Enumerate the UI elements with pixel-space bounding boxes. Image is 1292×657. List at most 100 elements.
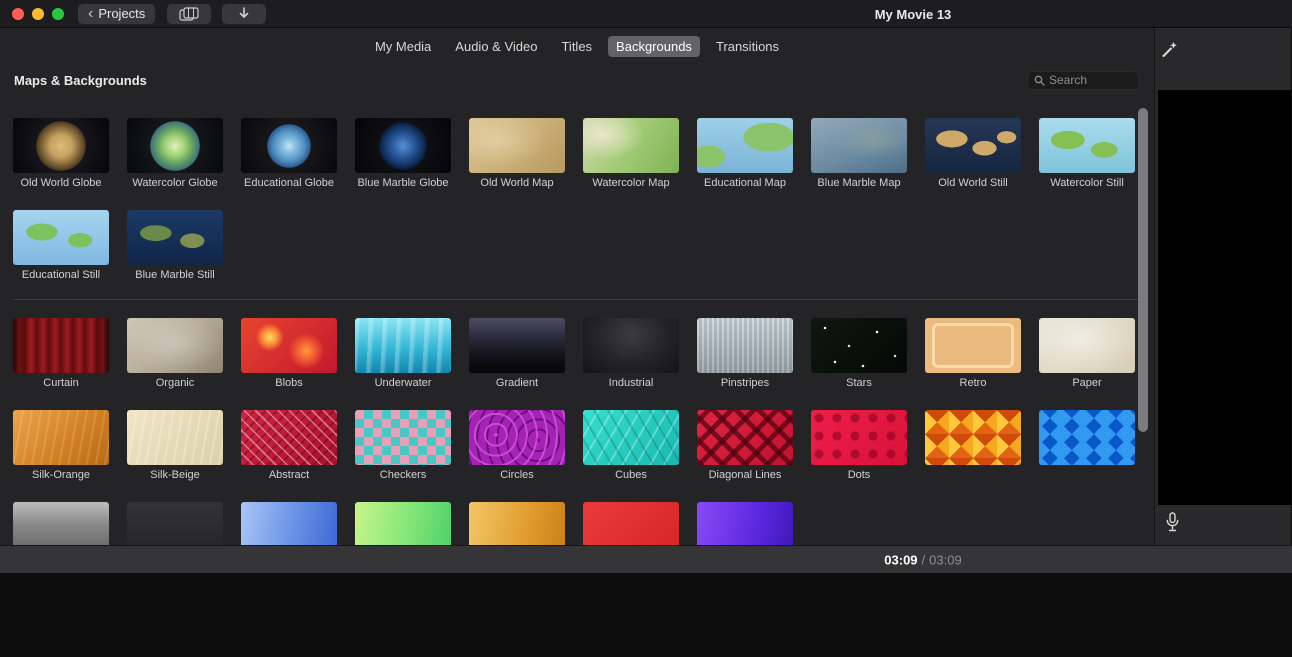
import-media-button[interactable] xyxy=(222,4,266,24)
background-item-triangles-blue[interactable] xyxy=(1039,410,1135,481)
background-thumbnail[interactable] xyxy=(355,118,451,173)
timeline-area[interactable] xyxy=(0,573,1292,657)
background-thumbnail[interactable] xyxy=(241,118,337,173)
background-item-organic[interactable]: Organic xyxy=(127,318,223,389)
background-thumbnail[interactable] xyxy=(583,502,679,545)
search-input[interactable] xyxy=(1049,73,1132,87)
background-item-blue-marble-still[interactable]: Blue Marble Still xyxy=(127,210,223,281)
background-item-mosaic-orange[interactable] xyxy=(925,410,1021,481)
background-thumbnail[interactable] xyxy=(127,502,223,545)
background-item-dark-solid[interactable] xyxy=(127,502,223,545)
background-item-blue-marble-map[interactable]: Blue Marble Map xyxy=(811,118,907,189)
background-thumbnail[interactable] xyxy=(583,318,679,373)
background-item-old-world-map[interactable]: Old World Map xyxy=(469,118,565,189)
background-item-cubes[interactable]: Cubes xyxy=(583,410,679,481)
background-item-silk-beige[interactable]: Silk-Beige xyxy=(127,410,223,481)
background-thumbnail[interactable] xyxy=(1039,118,1135,173)
background-thumbnail[interactable] xyxy=(469,318,565,373)
background-thumbnail[interactable] xyxy=(697,318,793,373)
background-item-gradient[interactable]: Gradient xyxy=(469,318,565,389)
background-label: Underwater xyxy=(355,377,451,389)
background-thumbnail[interactable] xyxy=(925,318,1021,373)
background-item-blue-marble-globe[interactable]: Blue Marble Globe xyxy=(355,118,451,189)
background-item-educational-globe[interactable]: Educational Globe xyxy=(241,118,337,189)
tab-backgrounds[interactable]: Backgrounds xyxy=(608,36,700,57)
background-thumbnail[interactable] xyxy=(583,410,679,465)
background-thumbnail[interactable] xyxy=(1039,410,1135,465)
background-thumbnail[interactable] xyxy=(127,118,223,173)
background-thumbnail[interactable] xyxy=(355,318,451,373)
close-window-button[interactable] xyxy=(12,8,24,20)
background-thumbnail[interactable] xyxy=(13,318,109,373)
background-thumbnail[interactable] xyxy=(241,410,337,465)
media-browser-button[interactable] xyxy=(167,4,211,24)
background-thumbnail[interactable] xyxy=(811,118,907,173)
background-item-solid-red[interactable] xyxy=(583,502,679,545)
background-label: Watercolor Still xyxy=(1039,177,1135,189)
background-thumbnail[interactable] xyxy=(13,210,109,265)
background-label: Curtain xyxy=(13,377,109,389)
projects-button[interactable]: ‹ Projects xyxy=(78,4,155,24)
background-item-gradient-gold[interactable] xyxy=(469,502,565,545)
background-thumbnail[interactable] xyxy=(469,410,565,465)
background-thumbnail[interactable] xyxy=(241,318,337,373)
background-item-gradient-blue[interactable] xyxy=(241,502,337,545)
search-field[interactable] xyxy=(1027,71,1139,90)
background-item-gradient-purple[interactable] xyxy=(697,502,793,545)
background-thumbnail[interactable] xyxy=(469,502,565,545)
minimize-window-button[interactable] xyxy=(32,8,44,20)
background-thumbnail[interactable] xyxy=(241,502,337,545)
background-item-old-world-globe[interactable]: Old World Globe xyxy=(13,118,109,189)
tab-titles[interactable]: Titles xyxy=(553,36,600,57)
tab-transitions[interactable]: Transitions xyxy=(708,36,787,57)
background-thumbnail[interactable] xyxy=(127,210,223,265)
fullscreen-window-button[interactable] xyxy=(52,8,64,20)
background-item-blobs[interactable]: Blobs xyxy=(241,318,337,389)
background-item-curtain[interactable]: Curtain xyxy=(13,318,109,389)
tab-audio-video[interactable]: Audio & Video xyxy=(447,36,545,57)
main-area: My Media Audio & Video Titles Backgrounds Tr… xyxy=(0,28,1292,545)
background-item-pinstripes[interactable]: Pinstripes xyxy=(697,318,793,389)
background-item-watercolor-still[interactable]: Watercolor Still xyxy=(1039,118,1135,189)
background-thumbnail[interactable] xyxy=(925,410,1021,465)
background-item-circles[interactable]: Circles xyxy=(469,410,565,481)
background-thumbnail[interactable] xyxy=(811,410,907,465)
background-thumbnail[interactable] xyxy=(469,118,565,173)
background-thumbnail[interactable] xyxy=(127,410,223,465)
tab-my-media[interactable]: My Media xyxy=(367,36,439,57)
background-thumbnail[interactable] xyxy=(127,318,223,373)
background-item-underwater[interactable]: Underwater xyxy=(355,318,451,389)
background-item-diagonal-lines[interactable]: Diagonal Lines xyxy=(697,410,793,481)
background-thumbnail[interactable] xyxy=(697,410,793,465)
background-item-watercolor-globe[interactable]: Watercolor Globe xyxy=(127,118,223,189)
background-item-gradient-gray[interactable] xyxy=(13,502,109,545)
background-item-checkers[interactable]: Checkers xyxy=(355,410,451,481)
background-thumbnail[interactable] xyxy=(925,118,1021,173)
background-item-gradient-green[interactable] xyxy=(355,502,451,545)
background-item-paper[interactable]: Paper xyxy=(1039,318,1135,389)
background-item-educational-map[interactable]: Educational Map xyxy=(697,118,793,189)
background-thumbnail[interactable] xyxy=(1039,318,1135,373)
background-item-retro[interactable]: Retro xyxy=(925,318,1021,389)
background-thumbnail[interactable] xyxy=(697,118,793,173)
enhance-wand-icon[interactable] xyxy=(1161,40,1179,58)
background-thumbnail[interactable] xyxy=(811,318,907,373)
background-item-abstract[interactable]: Abstract xyxy=(241,410,337,481)
background-thumbnail[interactable] xyxy=(697,502,793,545)
background-item-dots[interactable]: Dots xyxy=(811,410,907,481)
background-thumbnail[interactable] xyxy=(13,502,109,545)
background-thumbnail[interactable] xyxy=(355,410,451,465)
background-item-industrial[interactable]: Industrial xyxy=(583,318,679,389)
background-thumbnail[interactable] xyxy=(355,502,451,545)
background-label: Cubes xyxy=(583,469,679,481)
background-item-stars[interactable]: Stars xyxy=(811,318,907,389)
background-item-old-world-still[interactable]: Old World Still xyxy=(925,118,1021,189)
background-thumbnail[interactable] xyxy=(583,118,679,173)
voiceover-button[interactable] xyxy=(1165,512,1180,536)
scrollbar[interactable] xyxy=(1138,108,1148,432)
background-item-educational-still[interactable]: Educational Still xyxy=(13,210,109,281)
background-thumbnail[interactable] xyxy=(13,118,109,173)
background-item-watercolor-map[interactable]: Watercolor Map xyxy=(583,118,679,189)
background-thumbnail[interactable] xyxy=(13,410,109,465)
background-item-silk-orange[interactable]: Silk-Orange xyxy=(13,410,109,481)
